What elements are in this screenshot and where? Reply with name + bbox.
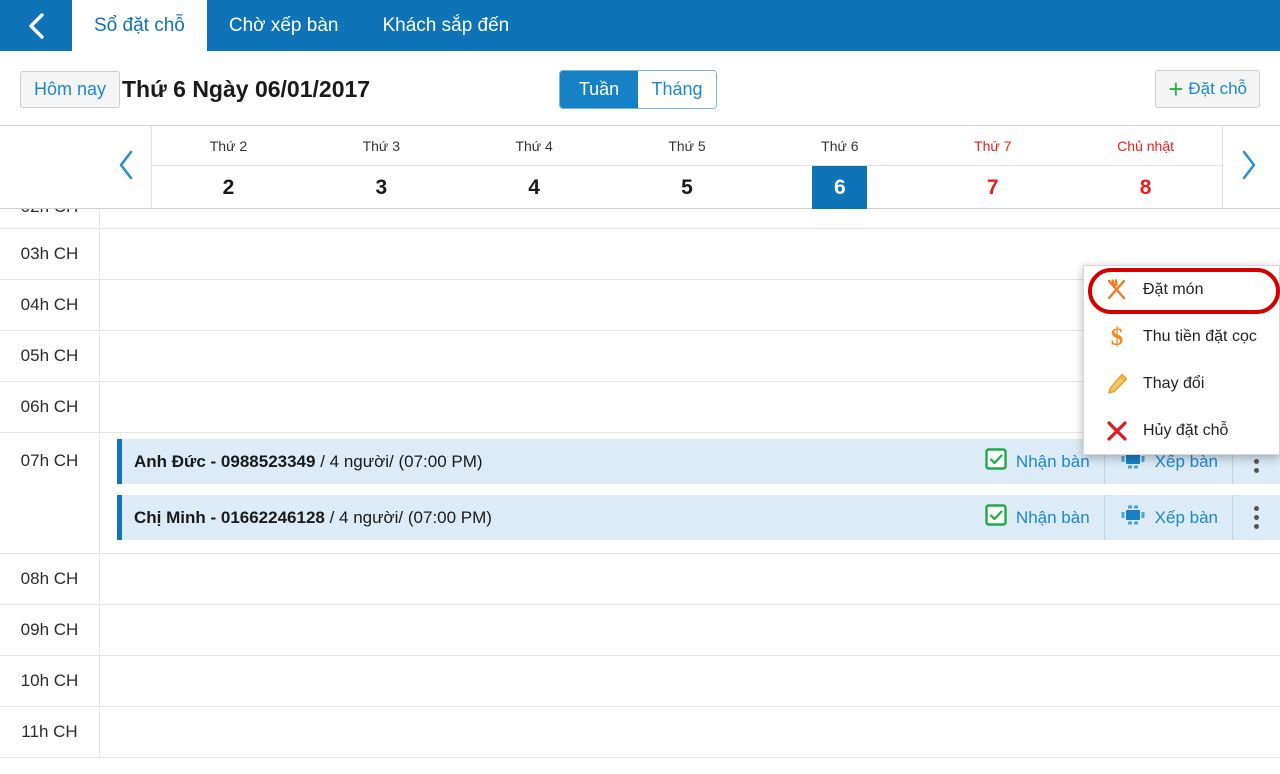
page-title: Thứ 6 Ngày 06/01/2017 [122, 76, 371, 102]
hour-slot[interactable] [100, 554, 1280, 604]
hour-label: 10h CH [0, 656, 100, 706]
menu-item-huy-dat-cho[interactable]: Hủy đặt chỗ [1084, 407, 1279, 454]
hour-label: 06h CH [0, 382, 100, 432]
reservation-info: Anh Đức - 0988523349 / 4 người/ (07:00 P… [122, 452, 970, 472]
prev-week-button[interactable] [100, 126, 152, 209]
week-header: Thứ 2 2 Thứ 3 3 Thứ 4 4 Thứ 5 5 Thứ 6 6 … [0, 126, 1280, 209]
toggle-week[interactable]: Tuần [560, 71, 638, 108]
menu-item-dat-mon[interactable]: Đặt món [1084, 266, 1279, 313]
toggle-week-label: Tuần [578, 79, 620, 99]
close-x-icon [1104, 419, 1130, 443]
today-button[interactable]: Hôm nay [20, 71, 121, 108]
hour-label: 11h CH [0, 707, 100, 757]
plus-icon: + [1168, 74, 1184, 104]
day-column-2[interactable]: Thứ 4 4 [457, 126, 611, 209]
hour-label: 02h CH [0, 209, 100, 228]
day-name: Thứ 6 [763, 126, 917, 166]
toggle-month[interactable]: Tháng [638, 71, 716, 108]
check-box-icon [984, 503, 1008, 532]
hour-row[interactable]: 09h CH [0, 605, 1280, 656]
chevron-left-icon [116, 149, 136, 186]
day-column-1[interactable]: Thứ 3 3 [304, 126, 458, 209]
reservation-detail: / 4 người/ (07:00 PM) [315, 451, 483, 471]
day-column-0[interactable]: Thứ 2 2 [152, 126, 305, 209]
hour-label: 09h CH [0, 605, 100, 655]
day-name: Thứ 2 [152, 126, 305, 166]
day-name: Chủ nhật [1069, 126, 1223, 166]
cutlery-icon [1104, 278, 1130, 302]
seat-table-label: Xếp bàn [1154, 507, 1218, 527]
day-number: 6 [763, 166, 916, 209]
hour-row[interactable]: 11h CH [0, 707, 1280, 758]
reservation-row[interactable]: Chị Minh - 01662246128 / 4 người/ (07:00… [117, 495, 1280, 540]
hour-label: 05h CH [0, 331, 100, 381]
top-tab-bar: Sổ đặt chỗ Chờ xếp bàn Khách sắp đến [0, 0, 1280, 51]
chevron-left-icon [25, 11, 47, 41]
menu-item-label: Thu tiền đặt cọc [1143, 327, 1257, 345]
day-number: 7 [986, 175, 999, 199]
toggle-month-label: Tháng [651, 79, 703, 99]
tab-khach-sap-den[interactable]: Khách sắp đến [360, 0, 531, 51]
tab-so-dat-cho[interactable]: Sổ đặt chỗ [72, 0, 207, 51]
hour-label: 07h CH [0, 433, 100, 553]
day-column-3[interactable]: Thứ 5 5 [610, 126, 764, 209]
dollar-icon: $ [1104, 324, 1130, 350]
hour-row[interactable]: 02h CH [0, 209, 1280, 229]
day-number: 5 [681, 175, 693, 199]
accept-table-label: Nhận bàn [1015, 451, 1090, 471]
reservation-name: Chị Minh - 01662246128 [134, 507, 325, 527]
next-week-button[interactable] [1222, 126, 1274, 209]
accept-table-button[interactable]: Nhận bàn [970, 495, 1104, 540]
hour-slot[interactable] [100, 605, 1280, 655]
day-name: Thứ 3 [304, 126, 458, 166]
menu-item-thay-doi[interactable]: Thay đổi [1084, 360, 1279, 407]
accept-table-label: Nhận bàn [1015, 507, 1090, 527]
context-menu: Đặt món $ Thu tiền đặt cọc Thay đổi Hủy … [1083, 265, 1280, 455]
today-label: Hôm nay [34, 79, 107, 99]
menu-item-label: Thay đổi [1143, 374, 1205, 392]
reservation-detail: / 4 người/ (07:00 PM) [324, 507, 492, 527]
hour-row[interactable]: 08h CH [0, 554, 1280, 605]
day-name: Thứ 4 [457, 126, 611, 166]
view-toggle: Tuần Tháng [559, 70, 717, 109]
hour-row[interactable]: 10h CH [0, 656, 1280, 707]
chevron-right-icon [1239, 149, 1259, 186]
day-number: 4 [528, 175, 540, 199]
tab-label: Sổ đặt chỗ [94, 14, 185, 36]
reservation-info: Chị Minh - 01662246128 / 4 người/ (07:00… [122, 508, 970, 528]
menu-item-thu-tien-dat-coc[interactable]: $ Thu tiền đặt cọc [1084, 313, 1279, 360]
menu-item-label: Hủy đặt chỗ [1143, 421, 1229, 439]
pencil-icon [1104, 372, 1130, 396]
day-columns: Thứ 2 2 Thứ 3 3 Thứ 4 4 Thứ 5 5 Thứ 6 6 … [152, 126, 1223, 209]
day-name: Thứ 5 [610, 126, 764, 166]
day-column-4-selected[interactable]: Thứ 6 6 [763, 126, 917, 209]
day-name: Thứ 7 [916, 126, 1070, 166]
hour-label: 08h CH [0, 554, 100, 604]
hour-slot[interactable] [100, 209, 1280, 228]
tab-label: Khách sắp đến [382, 14, 510, 36]
hour-slot[interactable] [100, 707, 1280, 757]
hour-slot[interactable] [100, 656, 1280, 706]
table-icon [1119, 504, 1147, 531]
day-number: 3 [375, 175, 388, 199]
add-reservation-button[interactable]: + Đặt chỗ [1155, 70, 1260, 108]
more-vertical-icon[interactable] [1232, 495, 1280, 540]
back-button[interactable] [0, 0, 72, 51]
hour-label: 04h CH [0, 280, 100, 330]
day-column-6[interactable]: Chủ nhật 8 [1069, 126, 1223, 209]
day-number: 2 [222, 175, 235, 199]
app-root: Sổ đặt chỗ Chờ xếp bàn Khách sắp đến Hôm… [0, 0, 1280, 774]
check-box-icon [984, 447, 1008, 476]
hour-label: 03h CH [0, 229, 100, 279]
day-column-5[interactable]: Thứ 7 7 [916, 126, 1070, 209]
tab-label: Chờ xếp bàn [228, 14, 339, 36]
tab-cho-xep-ban[interactable]: Chờ xếp bàn [207, 0, 361, 51]
menu-item-label: Đặt món [1143, 280, 1204, 298]
seat-table-button[interactable]: Xếp bàn [1103, 495, 1232, 540]
svg-text:$: $ [1111, 324, 1124, 350]
add-reservation-label: Đặt chỗ [1188, 79, 1247, 98]
day-number: 8 [1139, 175, 1152, 199]
reservation-name: Anh Đức - 0988523349 [134, 451, 316, 471]
